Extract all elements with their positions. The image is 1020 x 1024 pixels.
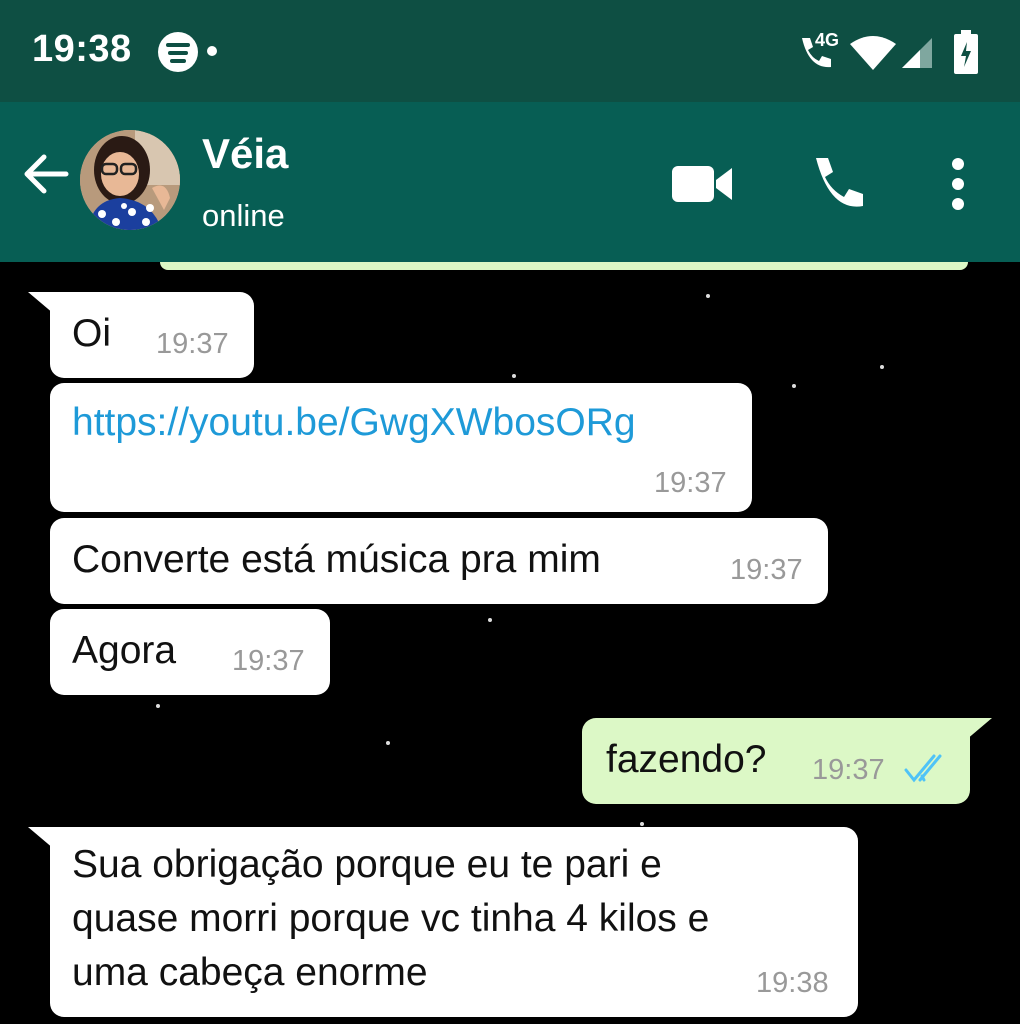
more-options-icon[interactable] (944, 156, 972, 212)
message-link[interactable]: https://youtu.be/GwgXWbosORg (72, 401, 636, 445)
wifi-icon (850, 36, 896, 70)
avatar[interactable] (80, 130, 180, 230)
message-text: Oi (72, 312, 111, 355)
contact-name[interactable]: Véia (202, 130, 288, 178)
message-bubble-incoming[interactable]: Converte está música pra mim 19:37 (50, 518, 828, 604)
signal-icon (902, 38, 932, 68)
message-text: fazendo? (606, 738, 767, 781)
message-time: 19:37 (812, 754, 885, 786)
wallpaper-star (706, 294, 710, 298)
video-call-icon[interactable] (670, 162, 734, 206)
notification-dot-icon (207, 46, 217, 56)
message-time: 19:37 (730, 554, 803, 586)
wallpaper-star (488, 618, 492, 622)
spotify-icon (158, 32, 198, 72)
wallpaper-star (792, 384, 796, 388)
message-time: 19:37 (654, 467, 727, 499)
message-time: 19:37 (156, 328, 229, 360)
wallpaper-star (386, 741, 390, 745)
contact-status: online (202, 198, 285, 233)
back-arrow-icon[interactable] (20, 148, 72, 200)
message-bubble-incoming[interactable]: Agora 19:37 (50, 609, 330, 695)
status-time: 19:38 (32, 28, 132, 70)
message-text: Converte está música pra mim (72, 538, 601, 581)
network-type: 4G (815, 30, 840, 50)
voice-call-icon[interactable] (808, 154, 868, 214)
chat-header: Véia online (0, 102, 1020, 262)
message-line: uma cabeça enorme (72, 951, 428, 994)
chat-area[interactable]: Oi 19:37 https://youtu.be/GwgXWbosORg 19… (0, 262, 1020, 1024)
wallpaper-star (156, 704, 160, 708)
wallpaper-star (512, 374, 516, 378)
message-bubble-incoming[interactable]: Oi 19:37 (50, 292, 254, 378)
battery-charging-icon (954, 30, 978, 74)
status-bar: 19:38 4G (0, 0, 1020, 102)
message-text: Agora (72, 629, 177, 672)
message-line: Sua obrigação porque eu te pari e (72, 843, 662, 886)
message-time: 19:38 (756, 967, 829, 999)
message-bubble-outgoing[interactable]: fazendo? 19:37 (582, 718, 970, 804)
message-line: quase morri porque vc tinha 4 kilos e (72, 897, 710, 940)
message-time: 19:37 (232, 645, 305, 677)
wallpaper-star (880, 365, 884, 369)
wallpaper-star (640, 822, 644, 826)
message-bubble-incoming[interactable]: https://youtu.be/GwgXWbosORg 19:37 (50, 383, 752, 512)
previous-message-edge (160, 262, 968, 270)
message-bubble-incoming[interactable]: Sua obrigação porque eu te pari e quase … (50, 827, 858, 1017)
read-ticks-icon (904, 754, 942, 783)
